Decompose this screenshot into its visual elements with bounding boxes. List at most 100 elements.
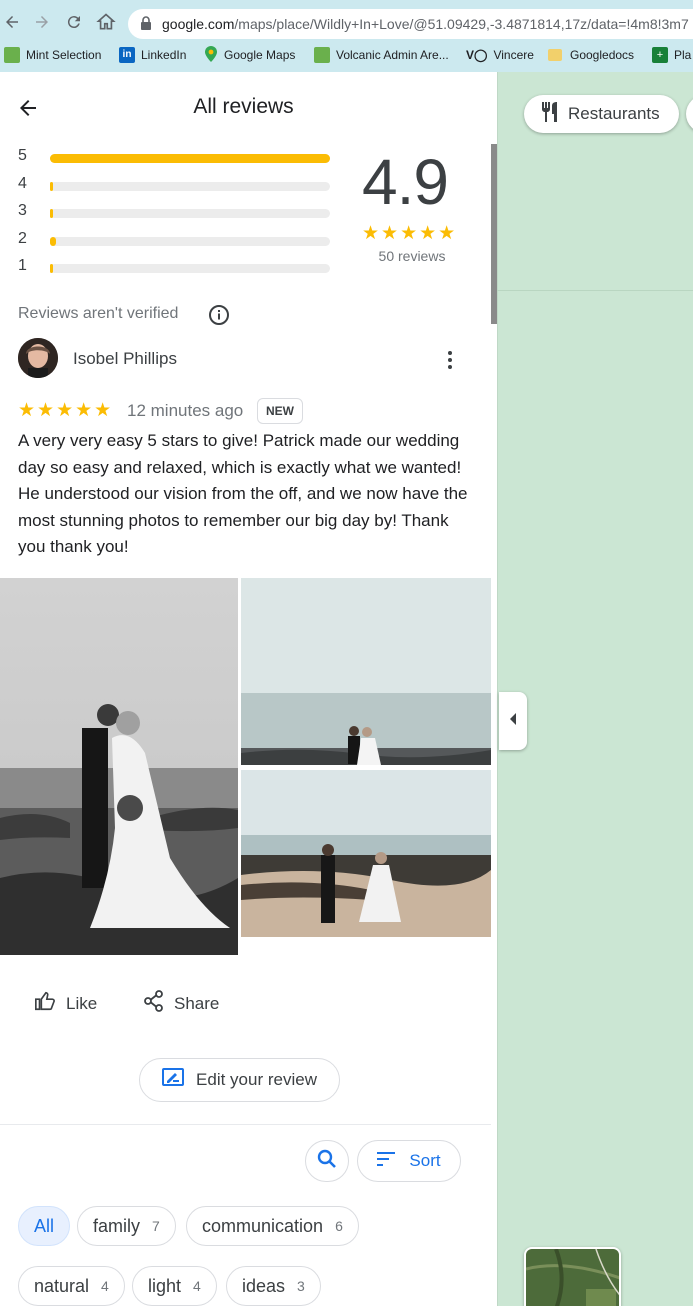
bar-track — [50, 154, 330, 163]
bookmark-vincere[interactable]: V◯ Vincere — [466, 45, 534, 65]
bar-track — [50, 209, 330, 218]
bar-track — [50, 237, 330, 246]
edit-review-icon — [162, 1067, 185, 1093]
map-road — [497, 290, 693, 291]
address-bar[interactable]: google.com/maps/place/Wildly+In+Love/@51… — [128, 9, 693, 39]
chip-label: family — [93, 1215, 141, 1236]
chip-natural[interactable]: natural 4 — [18, 1266, 125, 1306]
search-icon — [317, 1149, 337, 1174]
rating-bar-1: 1 — [18, 257, 338, 279]
sort-label: Sort — [409, 1151, 441, 1170]
more-options-icon[interactable] — [438, 348, 462, 372]
reload-icon[interactable] — [62, 10, 86, 34]
home-icon[interactable] — [94, 10, 118, 34]
rating-bar-5: 5 — [18, 147, 338, 169]
chip-label: communication — [202, 1215, 324, 1236]
review-time: 12 minutes ago — [127, 401, 244, 420]
chip-all[interactable]: All — [18, 1206, 70, 1246]
maps-pin-icon — [204, 45, 218, 65]
bar-label: 4 — [18, 175, 27, 192]
share-icon — [144, 990, 164, 1017]
sort-button[interactable]: Sort — [357, 1140, 461, 1182]
bookmark-linkedin[interactable]: in LinkedIn — [119, 45, 186, 65]
chip-label: light — [148, 1275, 182, 1296]
bookmark-label: Volcanic Admin Are... — [336, 48, 449, 62]
forward-arrow-icon[interactable] — [30, 10, 54, 34]
rating-bar-2: 2 — [18, 230, 338, 252]
bookmark-label: Vincere — [493, 48, 534, 62]
search-reviews-button[interactable] — [305, 1140, 349, 1182]
chip-count: 6 — [335, 1218, 343, 1234]
review-photo-1[interactable] — [0, 578, 238, 955]
chip-communication[interactable]: communication 6 — [186, 1206, 359, 1246]
bar-fill — [50, 237, 56, 246]
chip-count: 4 — [101, 1278, 109, 1294]
chip-label: All — [34, 1215, 55, 1236]
edit-review-button[interactable]: Edit your review — [139, 1058, 340, 1102]
bar-label: 1 — [18, 257, 27, 274]
review-text: A very very easy 5 stars to give! Patric… — [18, 431, 468, 557]
verification-note: Reviews aren't verified — [18, 305, 179, 322]
map-canvas[interactable] — [497, 72, 693, 1306]
bar-track — [50, 182, 330, 191]
info-icon[interactable] — [208, 304, 230, 326]
bookmark-mint-selection[interactable]: Mint Selection — [4, 45, 101, 65]
chip-ideas[interactable]: ideas 3 — [226, 1266, 321, 1306]
url-path: /maps/place/Wildly+In+Love/@51.09429,-3.… — [234, 16, 689, 32]
avatar[interactable] — [18, 338, 58, 378]
folder-icon — [548, 49, 562, 61]
chip-count: 4 — [193, 1278, 201, 1294]
collapse-panel-button[interactable] — [499, 692, 527, 750]
bookmark-volcanic[interactable]: Volcanic Admin Are... — [314, 45, 449, 65]
chip-light[interactable]: light 4 — [132, 1266, 217, 1306]
chip-label: ideas — [242, 1275, 286, 1296]
review-count[interactable]: 50 reviews — [362, 248, 462, 264]
review-stars: ★★★★★ — [18, 400, 114, 421]
review-photo-2[interactable] — [241, 578, 491, 765]
vincere-icon: V◯ — [466, 48, 488, 62]
chip-family[interactable]: family 7 — [77, 1206, 176, 1246]
bar-label: 5 — [18, 147, 27, 164]
bar-fill — [50, 154, 330, 163]
bar-label: 3 — [18, 202, 27, 219]
browser-nav-row: google.com/maps/place/Wildly+In+Love/@51… — [0, 6, 693, 40]
back-arrow-icon[interactable] — [0, 10, 24, 34]
page-title: All reviews — [193, 95, 294, 118]
bookmark-label: Google Maps — [224, 48, 296, 62]
share-button[interactable]: Share — [144, 990, 219, 1017]
like-button[interactable]: Like — [34, 990, 97, 1017]
bookmark-google-maps[interactable]: Google Maps — [204, 45, 295, 65]
bookmark-label: Googledocs — [570, 48, 635, 62]
chip-label: natural — [34, 1275, 90, 1296]
review-photo-3[interactable] — [241, 770, 491, 937]
share-label: Share — [174, 993, 220, 1013]
bookmark-pla[interactable]: + Pla — [652, 45, 691, 65]
bookmark-googledocs[interactable]: Googledocs — [548, 45, 634, 65]
bookmarks-bar: Mint Selection in LinkedIn Google Maps V… — [0, 42, 693, 68]
section-divider — [0, 1124, 491, 1125]
new-badge: NEW — [257, 398, 303, 424]
sort-icon — [377, 1151, 397, 1171]
linkedin-icon: in — [119, 47, 135, 63]
bookmark-label: LinkedIn — [141, 48, 187, 62]
rating-stars: ★★★★★ — [362, 223, 458, 244]
like-label: Like — [66, 993, 98, 1013]
url-text: google.com/maps/place/Wildly+In+Love/@51… — [162, 16, 689, 32]
restaurants-chip[interactable]: Restaurants — [524, 95, 679, 133]
bar-label: 2 — [18, 230, 27, 247]
chevron-left-icon — [509, 712, 517, 730]
bar-fill — [50, 264, 53, 273]
lock-icon — [140, 16, 152, 35]
chip-count: 3 — [297, 1278, 305, 1294]
restaurant-icon — [540, 101, 560, 128]
bar-fill — [50, 209, 53, 218]
average-rating: 4.9 — [362, 146, 449, 218]
restaurants-label: Restaurants — [568, 104, 660, 123]
edit-review-label: Edit your review — [196, 1070, 317, 1089]
layers-thumbnail[interactable] — [524, 1247, 621, 1306]
reviewer-name[interactable]: Isobel Phillips — [73, 349, 177, 369]
bookmark-label: Pla — [674, 48, 692, 62]
bookmark-label: Mint Selection — [26, 48, 102, 62]
rating-bar-3: 3 — [18, 202, 338, 224]
rating-bar-4: 4 — [18, 175, 338, 197]
